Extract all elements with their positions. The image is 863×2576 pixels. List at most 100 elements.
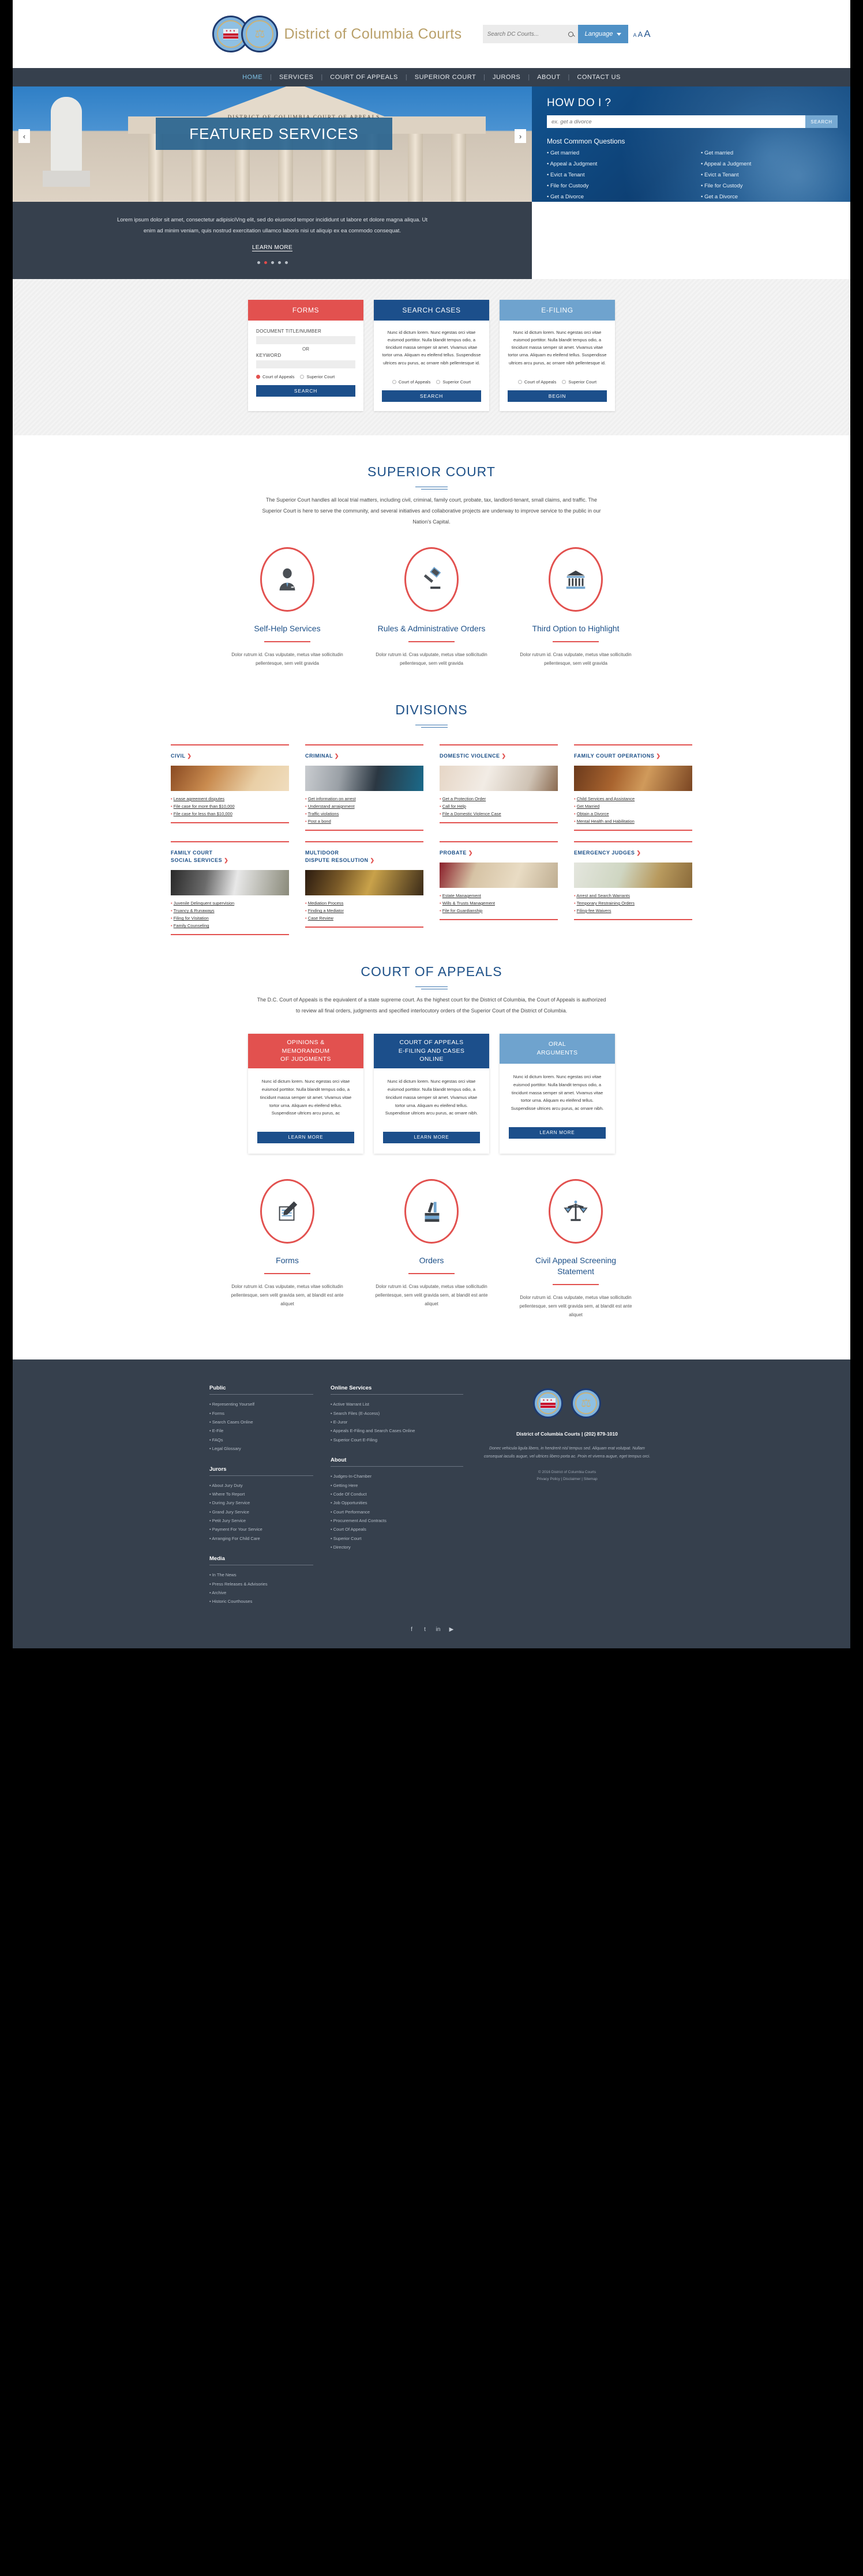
main-navigation[interactable]: HOME | SERVICES | COURT OF APPEALS | SUPERIOR … [13, 68, 850, 86]
footer-link[interactable]: In The News [209, 1571, 313, 1579]
social-links[interactable]: f t in ▶ [13, 1606, 850, 1648]
division-heading[interactable]: CRIMINAL ❯ [305, 752, 423, 760]
appeals-learn-more-button[interactable]: LEARN MORE [257, 1131, 354, 1143]
footer-link[interactable]: Archive [209, 1588, 313, 1597]
mcq-item[interactable]: File for Custody [701, 183, 838, 189]
carousel-dot[interactable] [277, 261, 281, 264]
division-link[interactable]: File case for less than $10,000 [171, 811, 289, 816]
feature-item[interactable]: Civil Appeal Screening Statement Dolor ru… [518, 1178, 633, 1319]
footer-link[interactable]: Code Of Conduct [331, 1490, 463, 1498]
footer-link[interactable]: Directory [331, 1543, 463, 1551]
division-link[interactable]: Wills & Trusts Management [440, 901, 558, 906]
footer-link[interactable]: Court Performance [331, 1508, 463, 1516]
footer-link[interactable]: Active Warrant List [331, 1400, 463, 1408]
nav-item-court-of-appeals[interactable]: COURT OF APPEALS [322, 74, 406, 81]
division-link[interactable]: Finding a Mediator [305, 908, 423, 913]
twitter-icon[interactable]: t [421, 1626, 429, 1633]
how-do-i-input[interactable] [547, 115, 805, 128]
radio-superior-court[interactable]: Superior Court [562, 379, 596, 385]
search-icon[interactable] [568, 31, 573, 37]
division-link[interactable]: File for Guardianship [440, 908, 558, 913]
footer-link[interactable]: E-File [209, 1426, 313, 1435]
radio-superior-court[interactable]: Superior Court [436, 379, 471, 385]
service-card-button[interactable]: SEARCH [382, 390, 481, 402]
division-link[interactable]: Traffic violations [305, 811, 423, 816]
service-card-button[interactable]: BEGIN [508, 390, 607, 402]
division-link[interactable]: Get information on arrest [305, 796, 423, 801]
carousel-dot[interactable] [257, 261, 260, 264]
feature-item[interactable]: Orders Dolor rutrum id. Cras vulputate, m… [374, 1178, 489, 1319]
appeals-learn-more-button[interactable]: LEARN MORE [509, 1127, 606, 1139]
division-link[interactable]: Filing-fee Waivers [574, 908, 692, 913]
division-heading[interactable]: EMERGENCY JUDGES ❯ [574, 849, 692, 857]
nav-item-home[interactable]: HOME [235, 74, 270, 81]
division-link[interactable]: Understand arraignment [305, 804, 423, 809]
footer-link[interactable]: Court Of Appeals [331, 1525, 463, 1534]
youtube-icon[interactable]: ▶ [448, 1626, 455, 1633]
court-radio-group[interactable]: Court of Appeals Superior Court [256, 374, 355, 379]
font-size-large[interactable]: A [644, 28, 650, 40]
hero-learn-more-link[interactable]: LEARN MORE [252, 244, 293, 251]
nav-item-services[interactable]: SERVICES [272, 74, 321, 81]
mcq-item[interactable]: Appeal a Judgment [547, 161, 684, 167]
footer-link[interactable]: Representing Yourself [209, 1400, 313, 1408]
facebook-icon[interactable]: f [408, 1626, 415, 1633]
feature-item[interactable]: Self-Help Services Dolor rutrum id. Cras … [230, 547, 345, 668]
site-search[interactable] [482, 25, 578, 43]
mcq-item[interactable]: Get married [701, 150, 838, 156]
division-link[interactable]: Temporary Restraining Orders [574, 901, 692, 906]
carousel-prev-button[interactable]: ‹ [18, 129, 30, 143]
division-link[interactable]: Lease agreement disputes [171, 796, 289, 801]
radio-court-of-appeals[interactable]: Court of Appeals [256, 374, 294, 379]
how-do-i-search-button[interactable]: SEARCH [805, 115, 838, 128]
feature-item[interactable]: Rules & Administrative Orders Dolor rutru… [374, 547, 489, 668]
footer-link[interactable]: Payment For Your Service [209, 1525, 313, 1534]
carousel-dot[interactable] [264, 261, 267, 264]
footer-link[interactable]: FAQs [209, 1436, 313, 1444]
document-title-input[interactable] [256, 336, 355, 344]
brand[interactable]: ★★★ ⚖ District of Columbia Courts [212, 16, 461, 52]
footer-link[interactable]: Search Files (E-Access) [331, 1409, 463, 1418]
carousel-dot[interactable] [284, 261, 288, 264]
division-link[interactable]: Filing for Visitation [171, 916, 289, 921]
footer-link[interactable]: Petit Jury Service [209, 1516, 313, 1525]
division-heading[interactable]: FAMILY COURT SOCIAL SERVICES ❯ [171, 849, 289, 864]
font-size-controls[interactable]: A A A [633, 28, 651, 40]
mcq-item[interactable]: File for Custody [547, 183, 684, 189]
carousel-next-button[interactable]: › [515, 129, 526, 143]
mcq-item[interactable]: Get a Divorce [701, 194, 838, 200]
footer-link[interactable]: E-Juror [331, 1418, 463, 1426]
service-card-button[interactable]: SEARCH [256, 385, 355, 397]
nav-item-jurors[interactable]: JURORS [485, 74, 528, 81]
search-input[interactable] [487, 31, 568, 37]
carousel-dots[interactable] [13, 261, 532, 264]
footer-link[interactable]: Historic Courthouses [209, 1597, 313, 1606]
feature-item[interactable]: Forms Dolor rutrum id. Cras vulputate, me… [230, 1178, 345, 1319]
footer-link[interactable]: Superior Court E-Filing [331, 1436, 463, 1444]
footer-link[interactable]: Where To Report [209, 1490, 313, 1498]
radio-superior-court[interactable]: Superior Court [300, 374, 335, 379]
court-radio-group[interactable]: Court of Appeals Superior Court [382, 379, 481, 385]
language-button[interactable]: Language [577, 25, 628, 43]
radio-court-of-appeals[interactable]: Court of Appeals [517, 379, 556, 385]
mcq-column-right[interactable]: Get married Appeal a Judgment Evict a Tena… [701, 150, 838, 202]
footer-link[interactable]: Press Releases & Advisories [209, 1580, 313, 1588]
mcq-column-left[interactable]: Get married Appeal a Judgment Evict a Tena… [547, 150, 684, 202]
footer-link[interactable]: Legal Glossary [209, 1444, 313, 1453]
mcq-item[interactable]: Appeal a Judgment [701, 161, 838, 167]
footer-link[interactable]: Getting Here [331, 1481, 463, 1490]
footer-link[interactable]: Superior Court [331, 1534, 463, 1543]
font-size-small[interactable]: A [633, 32, 637, 38]
division-link[interactable]: Arrest and Search Warrants [574, 893, 692, 898]
division-link[interactable]: Mediation Process [305, 901, 423, 906]
font-size-medium[interactable]: A [638, 30, 643, 39]
radio-court-of-appeals[interactable]: Court of Appeals [392, 379, 430, 385]
mcq-item[interactable]: Evict a Tenant [701, 172, 838, 178]
division-link[interactable]: Post a bond [305, 819, 423, 824]
appeals-learn-more-button[interactable]: LEARN MORE [383, 1131, 480, 1143]
mcq-item[interactable]: Get a Divorce [547, 194, 684, 200]
nav-item-superior-court[interactable]: SUPERIOR COURT [407, 74, 483, 81]
division-link[interactable]: Get Married [574, 804, 692, 809]
feature-item[interactable]: Third Option to Highlight Dolor rutrum id… [518, 547, 633, 668]
linkedin-icon[interactable]: in [434, 1626, 442, 1633]
